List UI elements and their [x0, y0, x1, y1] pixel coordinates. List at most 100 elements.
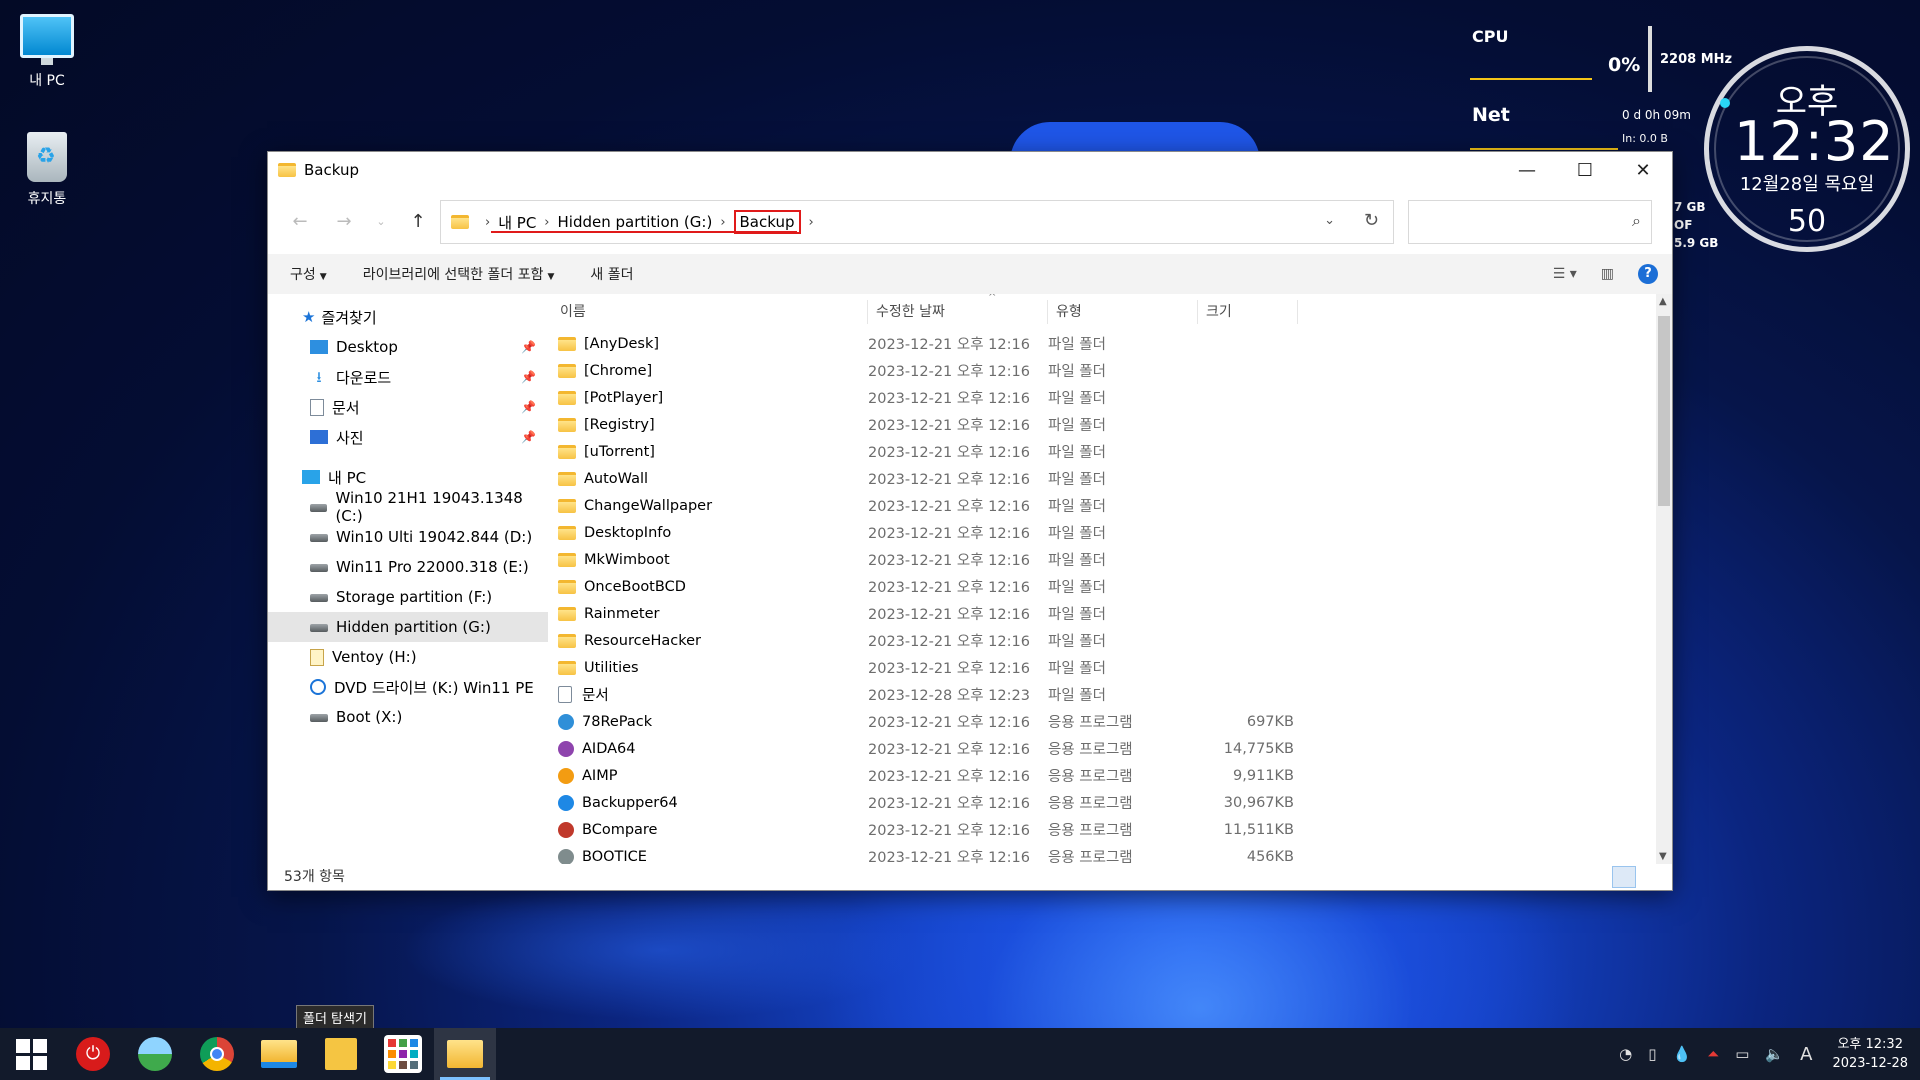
- nav-this-pc[interactable]: 내 PC: [268, 462, 548, 492]
- nav-drive-x[interactable]: Boot (X:): [268, 702, 548, 732]
- refresh-icon[interactable]: ↻: [1364, 210, 1379, 231]
- details-view-icon[interactable]: [1612, 866, 1636, 888]
- minimize-button[interactable]: —: [1498, 152, 1556, 188]
- table-row[interactable]: BCompare 2023-12-21 오후 12:16 응용 프로그램 11,…: [548, 816, 1656, 843]
- pin-icon[interactable]: 📌: [521, 430, 536, 444]
- table-row[interactable]: Utilities 2023-12-21 오후 12:16 파일 폴더: [548, 654, 1656, 681]
- preview-pane-icon[interactable]: ▥: [1601, 266, 1614, 282]
- table-row[interactable]: 문서 2023-12-28 오후 12:23 파일 폴더: [548, 681, 1656, 708]
- breadcrumb-this-pc[interactable]: 내 PC: [498, 212, 536, 233]
- desktop-icon-this-pc[interactable]: 내 PC: [2, 14, 92, 90]
- search-input[interactable]: [1409, 201, 1609, 241]
- nav-drive-g[interactable]: Hidden partition (G:): [268, 612, 548, 642]
- back-arrow-icon[interactable]: ←: [278, 211, 322, 232]
- pin-icon[interactable]: 📌: [521, 340, 536, 354]
- breadcrumb-hidden-partition[interactable]: Hidden partition (G:): [558, 213, 713, 231]
- desktop-icon-recycle-bin[interactable]: 휴지통: [2, 132, 92, 208]
- nav-drive-c[interactable]: Win10 21H1 19043.1348 (C:): [268, 489, 548, 525]
- taskbar-file-explorer[interactable]: [248, 1028, 310, 1080]
- table-row[interactable]: [uTorrent] 2023-12-21 오후 12:16 파일 폴더: [548, 438, 1656, 465]
- start-button[interactable]: [0, 1028, 62, 1080]
- maximize-button[interactable]: ☐: [1556, 152, 1614, 188]
- address-dropdown-icon[interactable]: ⌄: [1324, 213, 1335, 228]
- large-icons-view-icon[interactable]: [1640, 866, 1664, 888]
- change-view-icon[interactable]: ☰ ▾: [1553, 266, 1577, 282]
- taskbar-explorer-window[interactable]: [434, 1028, 496, 1080]
- table-row[interactable]: MkWimboot 2023-12-21 오후 12:16 파일 폴더: [548, 546, 1656, 573]
- taskbar-photos[interactable]: [124, 1028, 186, 1080]
- nav-drive-h[interactable]: Ventoy (H:): [268, 642, 548, 672]
- new-folder-button[interactable]: 새 폴더: [590, 264, 633, 284]
- nav-drive-f[interactable]: Storage partition (F:): [268, 582, 548, 612]
- close-button[interactable]: ✕: [1614, 152, 1672, 188]
- taskbar-clock[interactable]: 오후 12:32 2023-12-28: [1832, 1035, 1908, 1073]
- nav-item-pictures[interactable]: 사진 📌: [268, 422, 548, 452]
- network-icon[interactable]: ◔: [1619, 1045, 1632, 1063]
- nav-item-downloads[interactable]: ⭳ 다운로드 📌: [268, 362, 548, 392]
- table-row[interactable]: AIMP 2023-12-21 오후 12:16 응용 프로그램 9,911KB: [548, 762, 1656, 789]
- column-date[interactable]: 수정한 날짜: [868, 300, 1048, 324]
- chevron-right-icon[interactable]: ›: [544, 215, 549, 230]
- volume-icon[interactable]: 🔈: [1765, 1045, 1784, 1063]
- table-row[interactable]: [Chrome] 2023-12-21 오후 12:16 파일 폴더: [548, 357, 1656, 384]
- search-box[interactable]: ⌕: [1408, 200, 1652, 244]
- taskbar-folder-explorer-tool[interactable]: [310, 1028, 372, 1080]
- pin-icon[interactable]: 📌: [521, 370, 536, 384]
- nav-quick-access[interactable]: ★ 즐겨찾기: [268, 302, 548, 332]
- table-row[interactable]: Backupper64 2023-12-21 오후 12:16 응용 프로그램 …: [548, 789, 1656, 816]
- forward-arrow-icon[interactable]: →: [322, 211, 366, 232]
- chevron-right-icon[interactable]: ›: [720, 215, 725, 230]
- file-list[interactable]: 이름 ^ 수정한 날짜 유형 크기 [AnyDesk] 2023-12-21 오…: [548, 294, 1656, 864]
- navigation-pane[interactable]: ★ 즐겨찾기 Desktop 📌 ⭳ 다운로드 📌 문서 📌 사진 📌 내 PC: [268, 294, 548, 864]
- nav-drive-k[interactable]: DVD 드라이브 (K:) Win11 PE: [268, 672, 548, 702]
- taskbar-power[interactable]: ⏻: [62, 1028, 124, 1080]
- ime-indicator[interactable]: A: [1800, 1044, 1812, 1065]
- table-row[interactable]: [AnyDesk] 2023-12-21 오후 12:16 파일 폴더: [548, 330, 1656, 357]
- scroll-thumb[interactable]: [1658, 316, 1670, 506]
- column-size[interactable]: 크기: [1198, 300, 1298, 324]
- explorer-window[interactable]: Backup — ☐ ✕ ← → ⌄ ↑ › 내 PC › Hidden par…: [267, 151, 1673, 891]
- item-count: 53개 항목: [284, 869, 345, 885]
- documents-icon: [310, 398, 324, 416]
- table-row[interactable]: ChangeWallpaper 2023-12-21 오후 12:16 파일 폴…: [548, 492, 1656, 519]
- scroll-up-icon[interactable]: ▲: [1659, 296, 1667, 307]
- arrow-icon[interactable]: ⏶: [1707, 1045, 1719, 1063]
- table-row[interactable]: BOOTICE 2023-12-21 오후 12:16 응용 프로그램 456K…: [548, 843, 1656, 864]
- table-row[interactable]: AutoWall 2023-12-21 오후 12:16 파일 폴더: [548, 465, 1656, 492]
- table-row[interactable]: ResourceHacker 2023-12-21 오후 12:16 파일 폴더: [548, 627, 1656, 654]
- table-row[interactable]: DesktopInfo 2023-12-21 오후 12:16 파일 폴더: [548, 519, 1656, 546]
- taskbar-chrome[interactable]: [186, 1028, 248, 1080]
- table-row[interactable]: [PotPlayer] 2023-12-21 오후 12:16 파일 폴더: [548, 384, 1656, 411]
- up-arrow-icon[interactable]: ↑: [396, 211, 440, 232]
- nav-drive-d[interactable]: Win10 Ulti 19042.844 (D:): [268, 522, 548, 552]
- organize-menu[interactable]: 구성 ▼: [290, 264, 327, 284]
- search-icon[interactable]: ⌕: [1632, 211, 1641, 231]
- address-bar[interactable]: › 내 PC › Hidden partition (G:) › Backup …: [440, 200, 1394, 244]
- include-in-library-menu[interactable]: 라이브러리에 선택한 폴더 포함 ▼: [363, 264, 555, 284]
- column-type[interactable]: 유형: [1048, 300, 1198, 324]
- nav-item-desktop[interactable]: Desktop 📌: [268, 332, 548, 362]
- table-row[interactable]: Rainmeter 2023-12-21 오후 12:16 파일 폴더: [548, 600, 1656, 627]
- chevron-right-icon[interactable]: ›: [809, 215, 814, 230]
- pin-icon[interactable]: 📌: [521, 400, 536, 414]
- recent-locations-chevron-icon[interactable]: ⌄: [366, 215, 396, 228]
- vertical-scrollbar[interactable]: ▲ ▼: [1656, 294, 1672, 864]
- column-name[interactable]: 이름: [548, 300, 868, 324]
- title-bar[interactable]: Backup — ☐ ✕: [268, 152, 1672, 188]
- new-folder-label: 새 폴더: [590, 267, 634, 283]
- table-row[interactable]: 78RePack 2023-12-21 오후 12:16 응용 프로그램 697…: [548, 708, 1656, 735]
- nav-item-documents[interactable]: 문서 📌: [268, 392, 548, 422]
- table-row[interactable]: OnceBootBCD 2023-12-21 오후 12:16 파일 폴더: [548, 573, 1656, 600]
- folder-icon: [558, 390, 576, 405]
- battery-icon[interactable]: ▭: [1735, 1045, 1749, 1063]
- window-title: Backup: [304, 161, 359, 179]
- nav-drive-e[interactable]: Win11 Pro 22000.318 (E:): [268, 552, 548, 582]
- drop-icon[interactable]: 💧: [1673, 1045, 1692, 1063]
- table-row[interactable]: [Registry] 2023-12-21 오후 12:16 파일 폴더: [548, 411, 1656, 438]
- help-icon[interactable]: ?: [1638, 264, 1658, 284]
- usb-icon[interactable]: ▯: [1648, 1045, 1656, 1063]
- table-row[interactable]: AIDA64 2023-12-21 오후 12:16 응용 프로그램 14,77…: [548, 735, 1656, 762]
- drive-icon: [310, 594, 328, 602]
- taskbar-apps-grid[interactable]: [372, 1028, 434, 1080]
- scroll-down-icon[interactable]: ▼: [1659, 851, 1667, 862]
